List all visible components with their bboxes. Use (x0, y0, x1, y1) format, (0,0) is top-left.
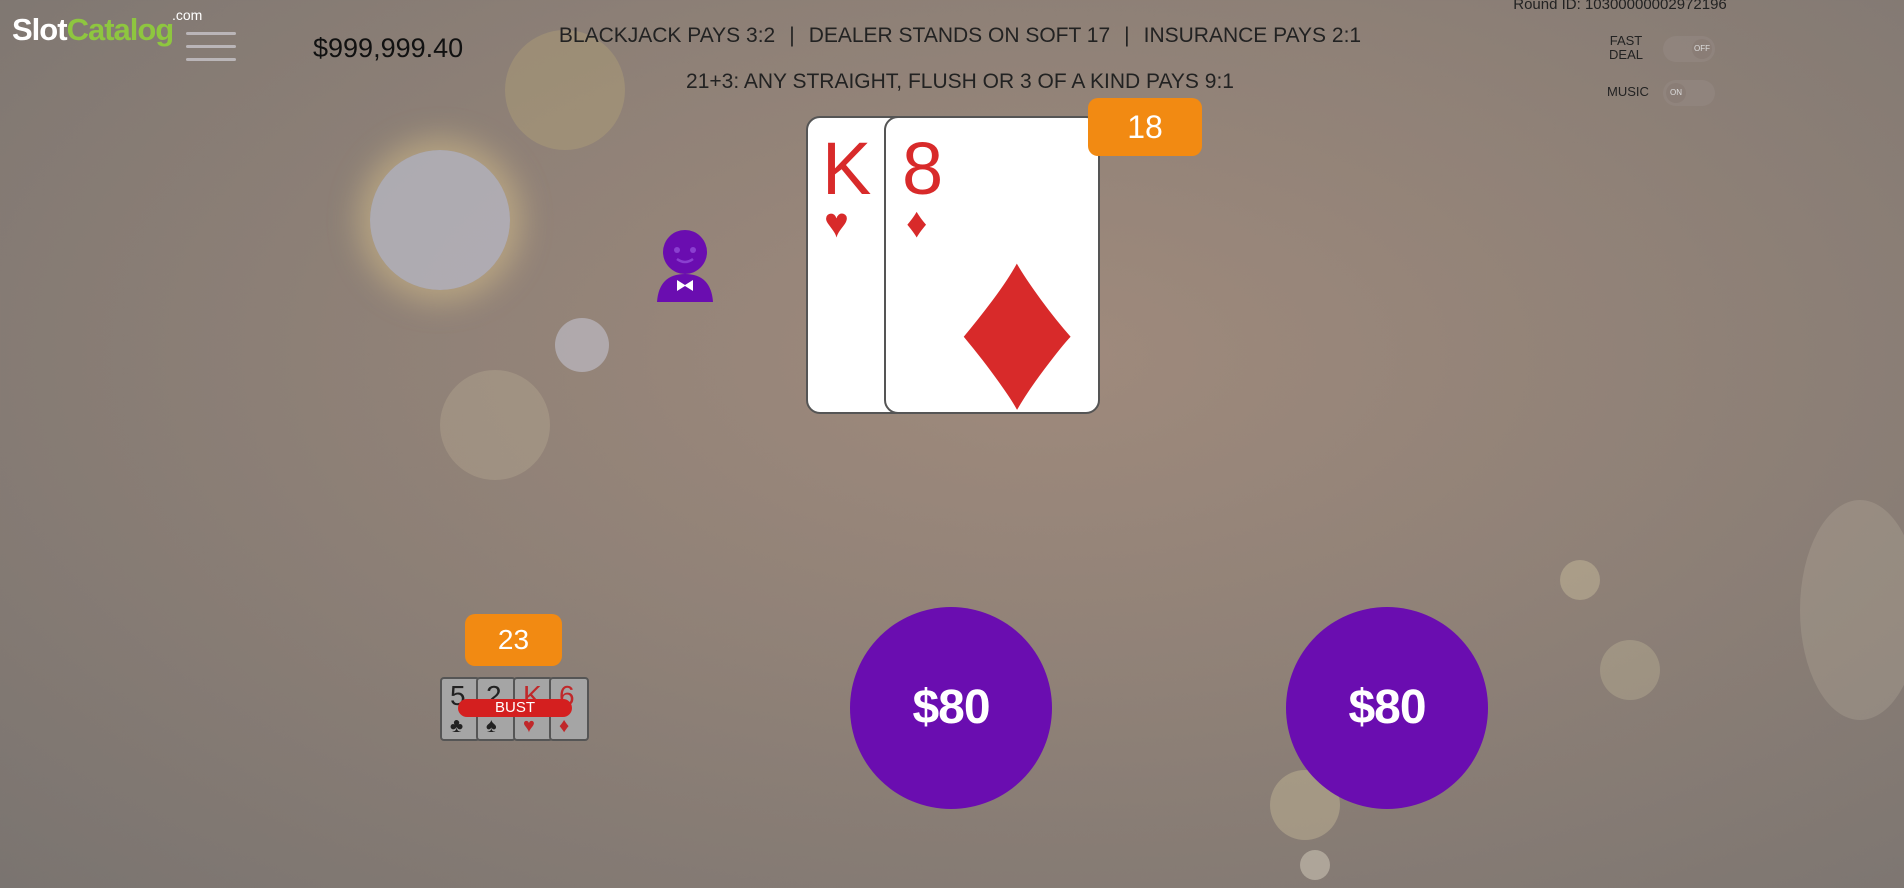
bet-spot-2[interactable]: $80 (1286, 607, 1488, 809)
bokeh-light (1600, 640, 1660, 700)
dealer-card-1-suit: ♥ (824, 199, 849, 246)
fast-deal-toggle-knob: OFF (1692, 39, 1712, 59)
music-toggle-knob: ON (1666, 83, 1686, 103)
dealer-avatar-icon (655, 228, 715, 304)
player-score-badge: 23 (465, 614, 562, 666)
dealer-card-2-center-pip: ♦ (956, 190, 1079, 414)
dealer-card-1-rank: K (822, 127, 872, 210)
dealer-card-2: 8 ♦ ♦ (884, 116, 1100, 414)
player-card-4-suit: ♦ (559, 715, 570, 737)
dealer-score-badge: 18 (1088, 98, 1202, 156)
rule-separator: | (1124, 24, 1130, 47)
rule-blackjack: BLACKJACK PAYS 3:2 (558, 24, 776, 47)
dealer-card-2-suit: ♦ (906, 199, 928, 246)
logo-suffix: .com (172, 7, 203, 23)
rule-dealer: DEALER STANDS ON SOFT 17 (808, 24, 1111, 47)
bokeh-light (1800, 500, 1904, 720)
player-card-3-suit: ♥ (523, 715, 535, 737)
bokeh-light (555, 318, 609, 372)
dealer-card-2-rank: 8 (902, 127, 944, 210)
bokeh-light (370, 150, 510, 290)
slotcatalog-logo: SlotCatalog .com (12, 7, 202, 48)
logo-part-1: Slot (12, 12, 68, 47)
round-id: Round ID: 10300000002972196 (1513, 0, 1727, 13)
hamburger-menu-icon[interactable] (186, 32, 236, 68)
music-toggle[interactable]: ON (1663, 80, 1715, 106)
table-rules: BLACKJACK PAYS 3:2 | DEALER STANDS ON SOFT… (480, 24, 1440, 48)
fast-deal-label: FAST DEAL (1598, 34, 1654, 62)
fast-deal-label-line1: FAST (1609, 33, 1643, 48)
player-card-2-suit: ♠ (486, 715, 497, 737)
fast-deal-toggle[interactable]: OFF (1663, 36, 1715, 62)
rule-side-bet: 21+3: ANY STRAIGHT, FLUSH OR 3 OF A KIND… (686, 70, 1234, 93)
player-card-1-suit: ♣ (450, 715, 464, 737)
balance-display: $999,999.40 (313, 33, 464, 63)
bust-badge: BUST (458, 699, 572, 717)
logo-part-2: Catalog (66, 12, 175, 47)
bokeh-light (440, 370, 550, 480)
rule-separator: | (789, 24, 795, 47)
rule-insurance: INSURANCE PAYS 2:1 (1143, 24, 1362, 47)
bokeh-light (1300, 850, 1330, 880)
bokeh-light (1560, 560, 1600, 600)
bet-spot-1[interactable]: $80 (850, 607, 1052, 809)
fast-deal-label-line2: DEAL (1609, 47, 1643, 62)
music-label: MUSIC (1607, 84, 1649, 99)
